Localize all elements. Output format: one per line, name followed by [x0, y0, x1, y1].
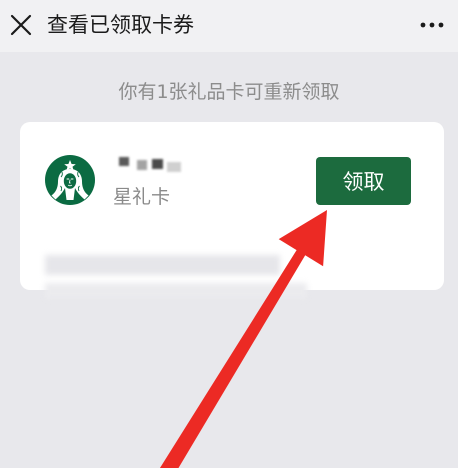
claim-button[interactable]: 领取 [316, 157, 411, 205]
page-title: 查看已领取卡券 [47, 13, 194, 37]
redacted-detail-line [45, 283, 307, 299]
redacted-detail-line [45, 255, 280, 275]
redacted-card-holder-name [113, 154, 193, 174]
regain-notice: 你有1张礼品卡可重新领取 [118, 81, 340, 103]
close-icon [10, 14, 32, 36]
card-name: 星礼卡 [113, 186, 171, 208]
close-button[interactable] [8, 12, 34, 38]
starbucks-siren-logo-icon [45, 155, 95, 205]
nav-bar: 查看已领取卡券 [0, 0, 458, 52]
more-icon [420, 22, 444, 28]
more-button[interactable] [418, 14, 446, 36]
